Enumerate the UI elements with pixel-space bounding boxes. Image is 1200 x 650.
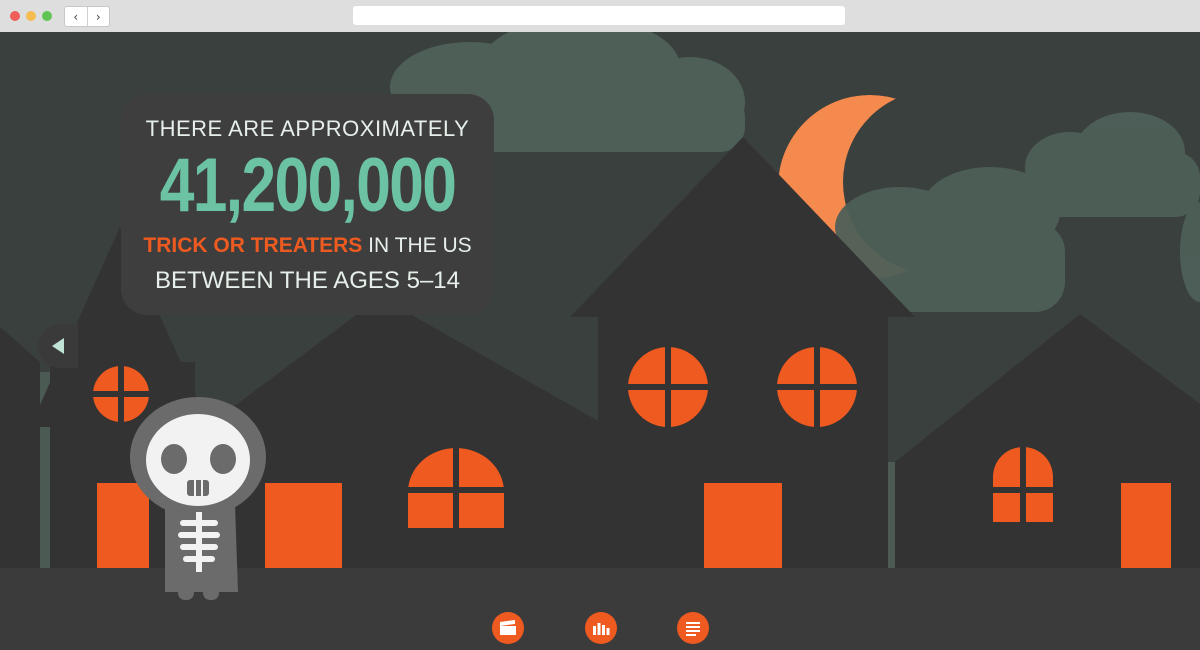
- back-button[interactable]: ‹: [65, 7, 87, 26]
- browser-toolbar: ‹ ›: [0, 0, 1200, 32]
- stats-button[interactable]: [585, 612, 617, 644]
- maximize-window-dot[interactable]: [42, 11, 52, 21]
- door: [265, 483, 342, 568]
- text-icon: [686, 622, 700, 636]
- stat-intro: THERE ARE APPROXIMATELY: [145, 116, 470, 141]
- video-icon: [500, 620, 516, 635]
- stat-number: 41,200,000: [159, 143, 457, 228]
- halloween-infographic-scene: THERE ARE APPROXIMATELY 41,200,000 TRICK…: [0, 32, 1200, 650]
- arrow-left-icon: [52, 338, 64, 354]
- address-bar[interactable]: [353, 6, 845, 25]
- stat-callout: THERE ARE APPROXIMATELY 41,200,000 TRICK…: [121, 94, 494, 315]
- chart-icon: [593, 623, 610, 635]
- round-window: [93, 366, 149, 422]
- video-button[interactable]: [492, 612, 524, 644]
- close-window-dot[interactable]: [10, 11, 20, 21]
- door: [1121, 483, 1171, 568]
- stat-location: IN THE US: [362, 234, 472, 257]
- text-button[interactable]: [677, 612, 709, 644]
- stat-age-range: BETWEEN THE AGES 5–14: [154, 267, 460, 294]
- door: [704, 483, 782, 568]
- history-nav: ‹ ›: [64, 6, 110, 27]
- arched-window: [990, 447, 1056, 524]
- house: [0, 327, 40, 572]
- stat-highlight: TRICK OR TREATERS: [143, 234, 363, 257]
- minimize-window-dot[interactable]: [26, 11, 36, 21]
- forward-button[interactable]: ›: [86, 7, 110, 26]
- previous-slide-button[interactable]: [38, 324, 78, 368]
- door: [97, 483, 149, 568]
- stat-subject: TRICK OR TREATERS IN THE US: [121, 234, 494, 258]
